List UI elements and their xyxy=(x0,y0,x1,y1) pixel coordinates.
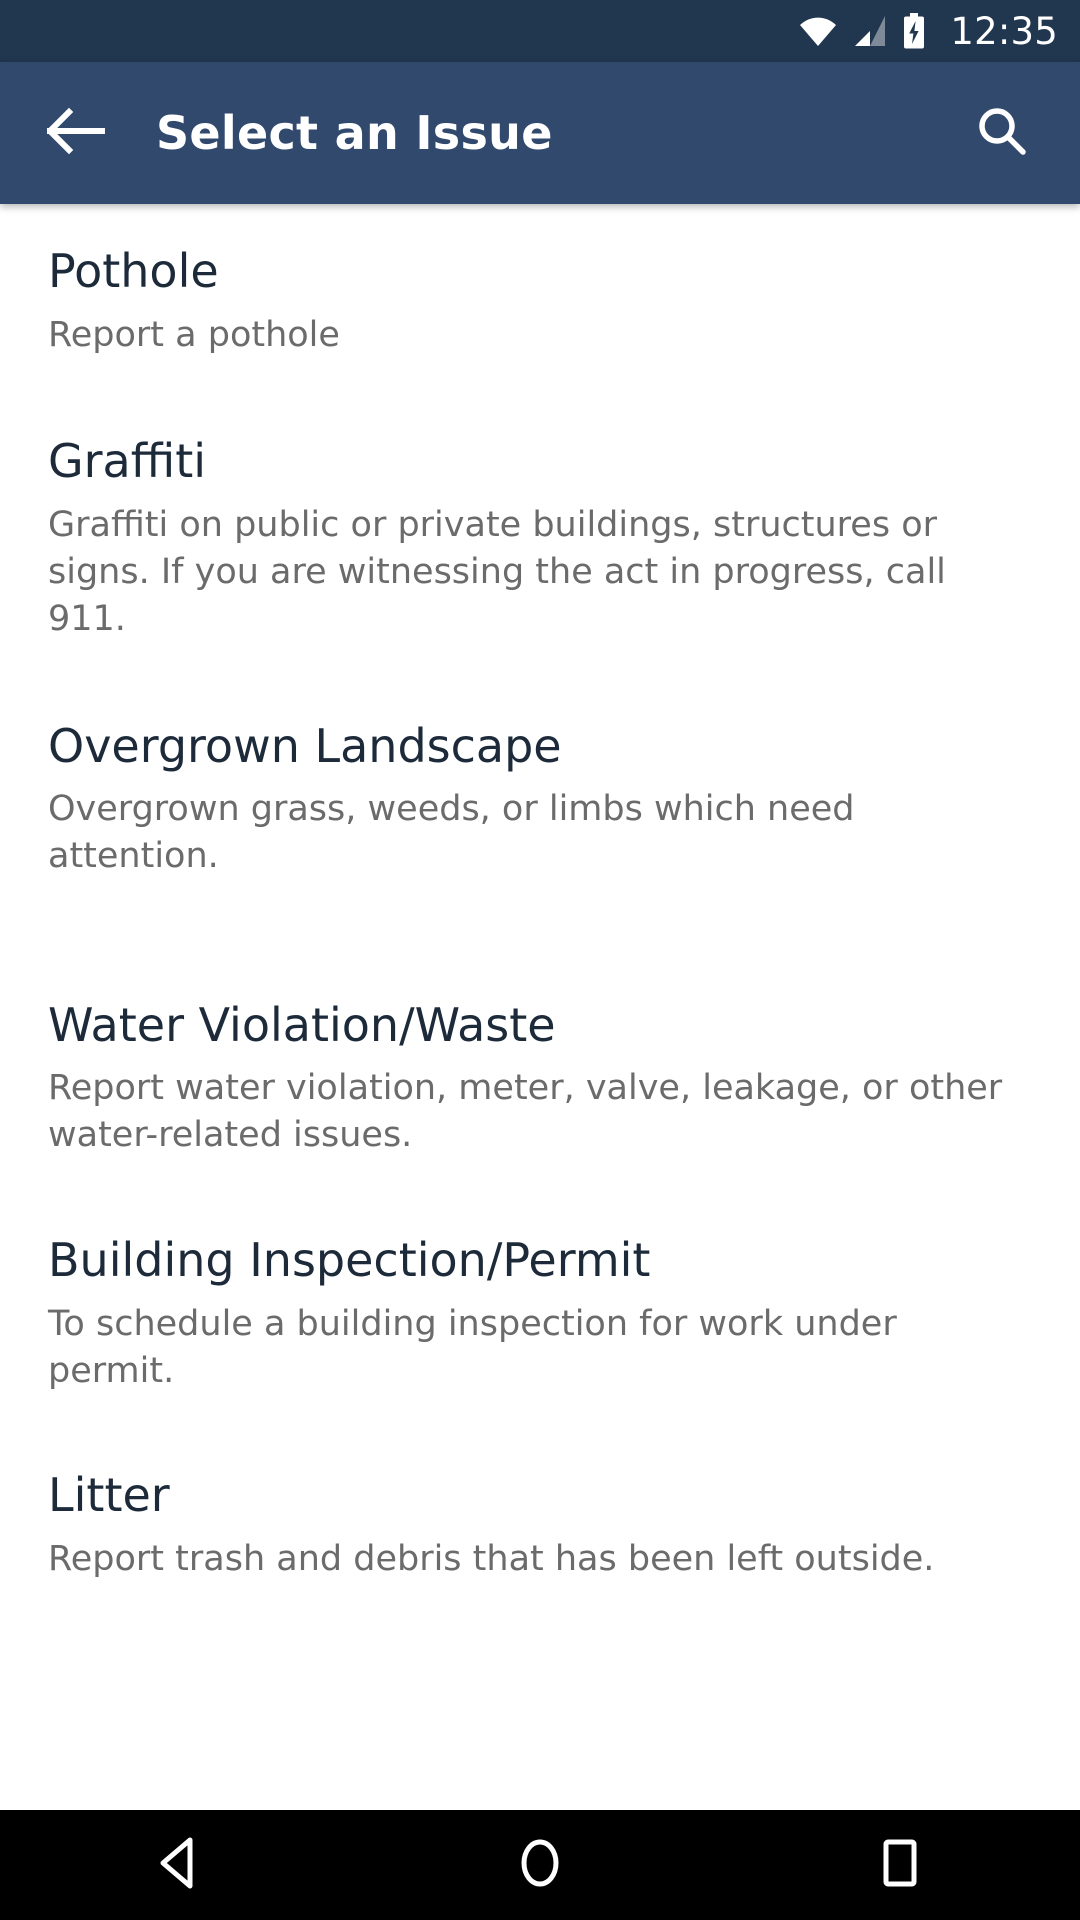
wifi-icon xyxy=(798,14,838,48)
nav-recents-square-icon xyxy=(874,1835,926,1895)
app-screen: 12:35 Select an Issue Pothole Report a p… xyxy=(0,0,1080,1920)
list-bottom-spacer xyxy=(0,1583,1080,1663)
issue-title: Water Violation/Waste xyxy=(48,997,556,1052)
issue-description: Report a pothole xyxy=(48,314,340,355)
search-icon xyxy=(974,103,1030,163)
list-item[interactable]: Pothole Report a pothole xyxy=(0,244,1080,358)
list-item-spacer xyxy=(0,1394,1080,1470)
list-item-spacer xyxy=(0,880,1080,1000)
list-item[interactable]: Overgrown Landscape Overgrown grass, wee… xyxy=(0,718,1080,880)
list-item[interactable]: Water Violation/Waste Report water viola… xyxy=(0,997,1080,1159)
nav-back-button[interactable] xyxy=(110,1810,250,1920)
status-bar-icons: 12:35 xyxy=(798,10,1058,53)
back-arrow-icon xyxy=(45,107,106,159)
issue-title: Building Inspection/Permit xyxy=(48,1233,651,1288)
list-item[interactable]: Graffiti Graffiti on public or private b… xyxy=(0,436,1080,642)
issue-title: Litter xyxy=(48,1468,170,1523)
list-item[interactable]: Litter Report trash and debris that has … xyxy=(0,1470,1080,1582)
list-item-spacer xyxy=(0,358,1080,436)
status-bar: 12:35 xyxy=(0,0,1080,62)
status-bar-clock: 12:35 xyxy=(950,9,1058,53)
issue-title: Pothole xyxy=(48,244,219,298)
nav-home-circle-icon xyxy=(514,1835,566,1895)
list-item-spacer xyxy=(0,1159,1080,1235)
list-item[interactable]: Building Inspection/Permit To schedule a… xyxy=(0,1235,1080,1394)
cell-signal-icon xyxy=(852,14,888,48)
battery-charging-icon xyxy=(902,13,926,49)
page-title: Select an Issue xyxy=(156,106,553,160)
back-button[interactable] xyxy=(24,81,128,185)
app-bar: Select an Issue xyxy=(0,62,1080,204)
issue-title: Graffiti xyxy=(48,434,207,489)
system-navigation-bar xyxy=(0,1810,1080,1920)
list-item-spacer xyxy=(0,643,1080,721)
issue-description: Graffiti on public or private buildings,… xyxy=(48,504,946,639)
issue-description: To schedule a building inspection for wo… xyxy=(48,1303,897,1391)
nav-back-triangle-icon xyxy=(154,1835,206,1895)
issue-description: Overgrown grass, weeds, or limbs which n… xyxy=(48,789,855,876)
nav-home-button[interactable] xyxy=(470,1810,610,1920)
search-button[interactable] xyxy=(952,83,1052,183)
nav-recents-button[interactable] xyxy=(830,1810,970,1920)
issue-description: Report trash and debris that has been le… xyxy=(48,1539,935,1579)
list-top-spacer xyxy=(0,210,1080,246)
issue-title: Overgrown Landscape xyxy=(48,718,562,773)
issue-description: Report water violation, meter, valve, le… xyxy=(48,1068,1003,1156)
issue-list[interactable]: Pothole Report a pothole Graffiti Graffi… xyxy=(0,204,1080,1810)
